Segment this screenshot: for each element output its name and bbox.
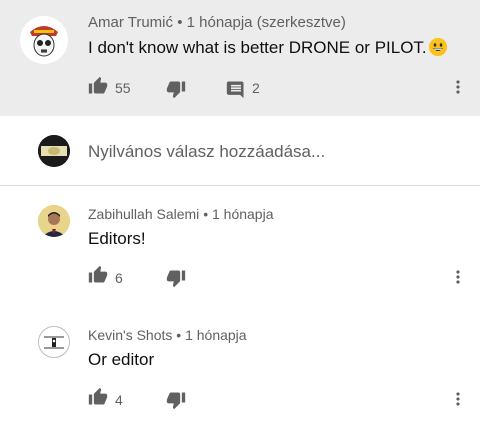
reply-input[interactable]: Nyilvános válasz hozzáadása... [88, 142, 325, 162]
more-vert-icon[interactable] [448, 389, 468, 414]
separator: • [177, 14, 183, 31]
comment-text: I don't know what is better DRONE or PIL… [88, 38, 427, 57]
comment-author[interactable]: Zabihullah Salemi [88, 206, 199, 222]
separator: • [203, 206, 209, 222]
more-vert-icon[interactable] [448, 77, 468, 102]
avatar [38, 135, 70, 167]
grinning-emoji-icon [428, 38, 447, 56]
reply-count: 2 [252, 80, 260, 96]
avatar[interactable] [38, 205, 70, 237]
like-count: 6 [115, 270, 123, 286]
thumb-down-icon[interactable] [166, 79, 186, 104]
thumb-down-icon[interactable] [166, 268, 186, 293]
like-count: 4 [115, 392, 123, 408]
comment-time[interactable]: 1 hónapja (szerkesztve) [187, 14, 346, 31]
comment-text: Or editor [88, 350, 155, 369]
highlighted-comment: Amar Trumić • 1 hónapja (szerkesztve) I … [0, 0, 480, 116]
thumb-up-icon[interactable] [88, 76, 108, 101]
comment-author[interactable]: Kevin's Shots [88, 327, 172, 343]
comment-time[interactable]: 1 hónapja [212, 206, 274, 222]
comment-text: Editors! [88, 229, 146, 248]
comment-icon[interactable] [226, 79, 246, 104]
separator: • [176, 327, 182, 343]
more-vert-icon[interactable] [448, 267, 468, 292]
thumb-down-icon[interactable] [166, 390, 186, 415]
reply-composer: Nyilvános válasz hozzáadása... [0, 116, 480, 186]
avatar[interactable] [38, 326, 70, 358]
comment-time[interactable]: 1 hónapja [185, 327, 247, 343]
thumb-up-icon[interactable] [88, 387, 108, 412]
comment-author[interactable]: Amar Trumić [88, 14, 173, 31]
thumb-up-icon[interactable] [88, 265, 108, 290]
avatar[interactable] [20, 16, 68, 64]
like-count: 55 [115, 80, 131, 96]
